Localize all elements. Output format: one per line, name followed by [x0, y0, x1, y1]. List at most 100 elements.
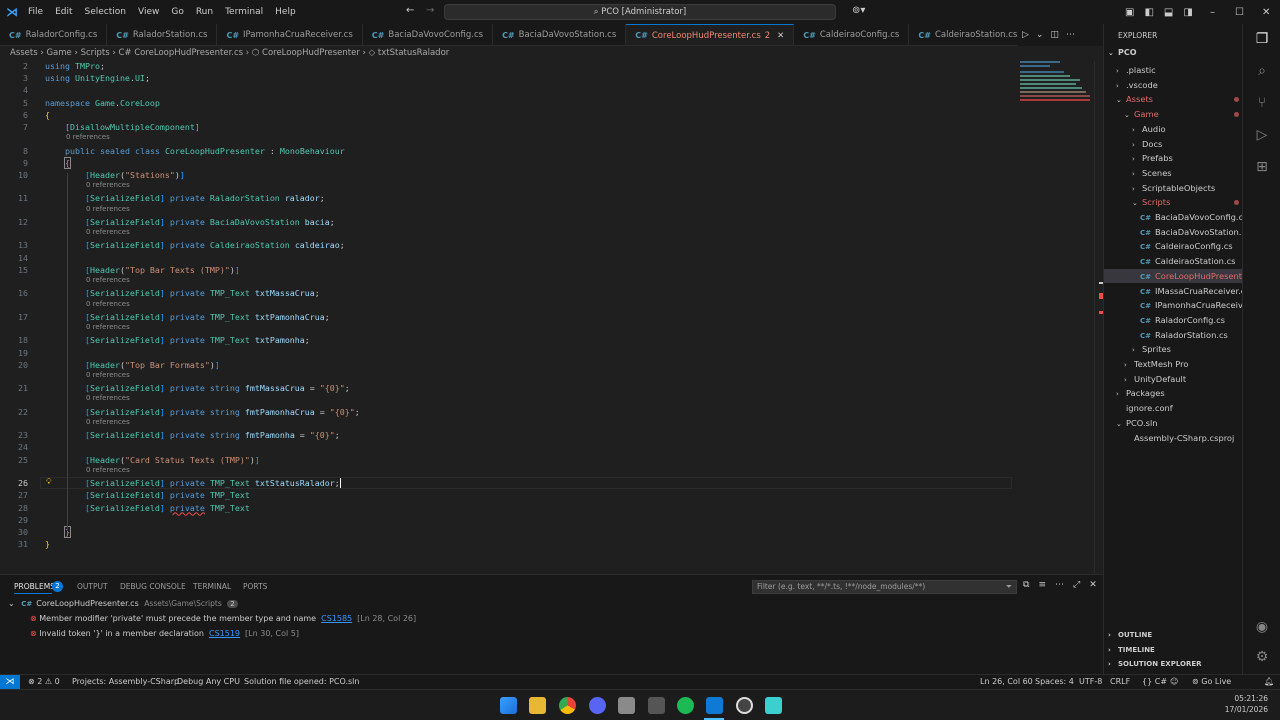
app-icon[interactable]: [618, 697, 635, 714]
code-lens-references[interactable]: 0 references: [86, 466, 130, 474]
file-baciadavovostation-cs[interactable]: C# BaciaDaVovoStation.cs: [1140, 225, 1250, 240]
explorer-root[interactable]: ⌄ PCO: [1108, 48, 1137, 57]
code-line[interactable]: using TMPro;: [45, 61, 105, 71]
tab-raladorstation-cs[interactable]: C# RaladorStation.cs: [107, 24, 218, 45]
windows-start-icon[interactable]: [500, 697, 517, 714]
editor-scrollbar[interactable]: [1094, 61, 1103, 573]
panel-tab-terminal[interactable]: TERMINAL: [193, 582, 231, 591]
code-line[interactable]: [Header("Stations")]: [45, 170, 185, 180]
folder-audio[interactable]: › Audio: [1132, 122, 1166, 137]
file-assembly-csharp-csproj[interactable]: Assembly-CSharp.csproj: [1124, 431, 1234, 446]
back-arrow-icon[interactable]: ←: [406, 5, 414, 16]
folder-unitydefault[interactable]: › UnityDefault: [1124, 372, 1186, 387]
panel-tab-output[interactable]: OUTPUT: [77, 582, 108, 591]
tab-raladorconfig-cs[interactable]: C# RaladorConfig.cs: [0, 24, 108, 45]
menu-item-file[interactable]: File: [22, 7, 49, 17]
language-mode[interactable]: {} C#: [1142, 677, 1167, 686]
copy-icon[interactable]: ⧉: [1023, 580, 1029, 590]
panel-tab-debug-console[interactable]: DEBUG CONSOLE: [120, 582, 186, 591]
steam-icon[interactable]: [648, 697, 665, 714]
copilot-icon[interactable]: ⊚▾: [852, 5, 865, 16]
problems-filter-input[interactable]: Filter (e.g. text, **/*.ts, !**/node_mod…: [752, 580, 1017, 594]
folder-scriptableobjects[interactable]: › ScriptableObjects: [1132, 181, 1215, 196]
code-line[interactable]: [SerializeField] private string fmtMassa…: [45, 383, 350, 393]
tab-coreloophudpresenter-cs[interactable]: C# CoreLoopHudPresenter.cs 2 ✕: [626, 24, 795, 45]
file-ignore-conf[interactable]: ignore.conf: [1116, 401, 1173, 416]
folder-textmesh-pro[interactable]: › TextMesh Pro: [1124, 357, 1188, 372]
code-line[interactable]: [SerializeField] private string fmtPamon…: [45, 430, 340, 440]
problems-status[interactable]: ⊗ 2 ⚠ 0: [28, 677, 60, 686]
close-icon[interactable]: ✕: [777, 31, 784, 41]
breadcrumb[interactable]: Assets › Game › Scripts › C# CoreLoopHud…: [0, 46, 1103, 61]
code-line[interactable]: }: [45, 539, 50, 549]
code-line[interactable]: public sealed class CoreLoopHudPresenter…: [45, 146, 345, 156]
encoding[interactable]: UTF-8: [1079, 677, 1102, 686]
gear-icon[interactable]: ⚙: [1253, 648, 1271, 666]
close-panel-icon[interactable]: ✕: [1089, 580, 1097, 590]
solution-status[interactable]: Solution file opened: PCO.sln: [244, 677, 359, 686]
maximize-icon[interactable]: ☐: [1235, 7, 1244, 18]
tab-ipamonhacruareceiver-cs[interactable]: C# IPamonhaCruaReceiver.cs: [217, 24, 363, 45]
folder-scripts[interactable]: ⌄ Scripts: [1132, 195, 1239, 210]
chevron-down-icon[interactable]: ⌄: [1036, 30, 1044, 40]
problem-item[interactable]: ⊗ Invalid token '}' in a member declarat…: [30, 629, 299, 638]
collapse-all-icon[interactable]: ≡: [1038, 580, 1046, 590]
section-outline[interactable]: › OUTLINE: [1108, 631, 1152, 639]
code-line[interactable]: using UnityEngine.UI;: [45, 73, 150, 83]
projects-status[interactable]: Projects: Assembly-CSharp: [72, 677, 179, 686]
code-line[interactable]: [SerializeField] private TMP_Text txtPam…: [45, 312, 330, 322]
discord-icon[interactable]: [589, 697, 606, 714]
toggle-sidebar-icon[interactable]: ◧: [1144, 7, 1153, 18]
menu-item-go[interactable]: Go: [165, 7, 189, 17]
code-line[interactable]: [Header("Top Bar Formats")]: [45, 360, 220, 370]
panel-tab-problems[interactable]: PROBLEMS: [14, 582, 55, 591]
tab-caldeiraoconfig-cs[interactable]: C# CaldeiraoConfig.cs: [794, 24, 910, 45]
folder-sprites[interactable]: › Sprites: [1132, 342, 1171, 357]
folder-game[interactable]: ⌄ Game: [1124, 107, 1239, 122]
code-lens-references[interactable]: 0 references: [86, 181, 130, 189]
file-baciadavovoconfig-cs[interactable]: C# BaciaDaVovoConfig.cs: [1140, 210, 1247, 225]
split-editor-icon[interactable]: ◫: [1050, 30, 1059, 40]
problem-item[interactable]: ⊗ Member modifier 'private' must precede…: [30, 614, 416, 623]
menu-item-terminal[interactable]: Terminal: [219, 7, 269, 17]
file-coreloophudpresent[interactable]: C#CoreLoopHudPresent...2: [1104, 268, 1259, 284]
code-line[interactable]: [DisallowMultipleComponent]: [45, 122, 200, 132]
command-center-search[interactable]: ⌕ PCO [Administrator]: [444, 4, 836, 20]
code-line[interactable]: [SerializeField] private TMP_Text: [45, 490, 250, 500]
line-ending[interactable]: CRLF: [1110, 677, 1130, 686]
folder-vscode[interactable]: › .vscode: [1116, 78, 1158, 93]
extensions-icon[interactable]: ⊞: [1253, 158, 1271, 176]
cursor-position[interactable]: Ln 26, Col 60: [980, 677, 1033, 686]
panel-tab-ports[interactable]: PORTS: [243, 582, 267, 591]
code-line[interactable]: {: [45, 110, 50, 120]
unity-hub-icon[interactable]: [765, 697, 782, 714]
search-icon[interactable]: ⌕: [1253, 62, 1271, 80]
tab-baciadavovostation-cs[interactable]: C# BaciaDaVovoStation.cs: [493, 24, 627, 45]
folder-scenes[interactable]: › Scenes: [1132, 166, 1172, 181]
menu-item-selection[interactable]: Selection: [79, 7, 132, 17]
folder-prefabs[interactable]: › Prefabs: [1132, 151, 1173, 166]
more-icon[interactable]: ⋯: [1055, 580, 1064, 590]
clock[interactable]: 05:21:26 17/01/2026: [1220, 693, 1268, 715]
notifications-icon[interactable]: 🔔︎: [1264, 677, 1274, 686]
file-caldeiraoconfig-cs[interactable]: C# CaldeiraoConfig.cs: [1140, 239, 1233, 254]
file-imassacruareceiver-cs[interactable]: C# IMassaCruaReceiver.cs: [1140, 284, 1250, 299]
chrome-icon[interactable]: [559, 697, 576, 714]
spotify-icon[interactable]: [677, 697, 694, 714]
debug-config-status[interactable]: Debug Any CPU: [177, 677, 240, 686]
menu-item-view[interactable]: View: [132, 7, 165, 17]
file-pco-sln[interactable]: ⌄ PCO.sln: [1116, 416, 1158, 431]
layout-icon[interactable]: ▣: [1125, 7, 1134, 18]
code-line[interactable]: [SerializeField] private CaldeiraoStatio…: [45, 240, 345, 250]
code-lens-references[interactable]: 0 references: [86, 300, 130, 308]
code-editor[interactable]: 2 using TMPro; 3 using UnityEngine.UI; 4 5 nam…: [0, 61, 1100, 573]
code-line[interactable]: [SerializeField] private string fmtPamon…: [45, 407, 360, 417]
minimap[interactable]: [1018, 61, 1094, 105]
menu-item-run[interactable]: Run: [190, 7, 219, 17]
forward-arrow-icon[interactable]: →: [426, 5, 434, 16]
close-window-icon[interactable]: ✕: [1262, 7, 1270, 18]
indentation[interactable]: Spaces: 4: [1035, 677, 1074, 686]
maximize-panel-icon[interactable]: ⤢: [1073, 580, 1080, 590]
more-actions-icon[interactable]: ⋯: [1066, 30, 1075, 40]
code-lens-references[interactable]: 0 references: [86, 394, 130, 402]
